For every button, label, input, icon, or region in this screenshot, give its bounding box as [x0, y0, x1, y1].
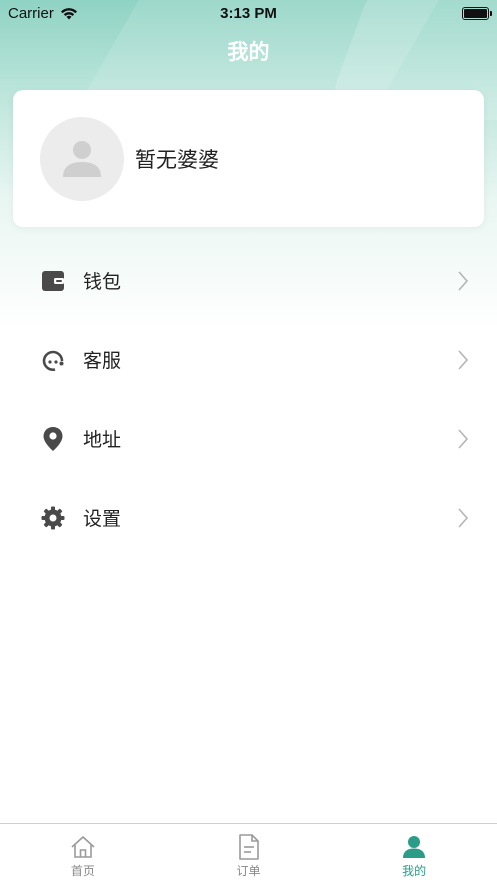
profile-card[interactable]: 暂无婆婆	[13, 90, 484, 227]
status-bar: Carrier 3:13 PM	[0, 0, 497, 26]
page-title: 我的	[227, 40, 270, 64]
menu-item-label: 客服	[83, 350, 122, 372]
menu-list: 钱包 客服 地址 设置	[0, 241, 497, 557]
tab-home[interactable]: 首页	[0, 824, 166, 883]
menu-item-label: 设置	[83, 508, 122, 530]
wifi-icon	[60, 7, 77, 19]
menu-item-address[interactable]: 地址	[0, 399, 497, 478]
chevron-right-icon	[458, 507, 469, 528]
customer-service-icon	[41, 348, 65, 372]
gear-icon	[41, 506, 65, 530]
chevron-right-icon	[458, 428, 469, 449]
menu-item-wallet[interactable]: 钱包	[0, 241, 497, 320]
person-icon	[401, 834, 427, 860]
location-pin-icon	[41, 426, 65, 451]
document-icon	[236, 834, 262, 860]
chevron-right-icon	[458, 270, 469, 291]
tab-label: 我的	[402, 864, 427, 878]
person-placeholder-icon	[63, 140, 101, 177]
wallet-icon	[41, 269, 65, 293]
menu-item-customer-service[interactable]: 客服	[0, 320, 497, 399]
avatar[interactable]	[40, 116, 124, 201]
profile-name: 暂无婆婆	[135, 147, 219, 172]
tab-orders[interactable]: 订单	[166, 824, 332, 883]
tab-mine[interactable]: 我的	[331, 824, 497, 883]
home-icon	[70, 834, 96, 860]
menu-item-settings[interactable]: 设置	[0, 478, 497, 557]
menu-item-label: 钱包	[83, 271, 122, 293]
tab-label: 订单	[236, 864, 261, 878]
carrier-label: Carrier	[8, 4, 54, 22]
tab-bar: 首页 订单 我的	[0, 823, 497, 883]
tab-label: 首页	[70, 864, 95, 878]
menu-item-label: 地址	[83, 429, 122, 451]
chevron-right-icon	[458, 349, 469, 370]
battery-icon	[462, 6, 492, 20]
